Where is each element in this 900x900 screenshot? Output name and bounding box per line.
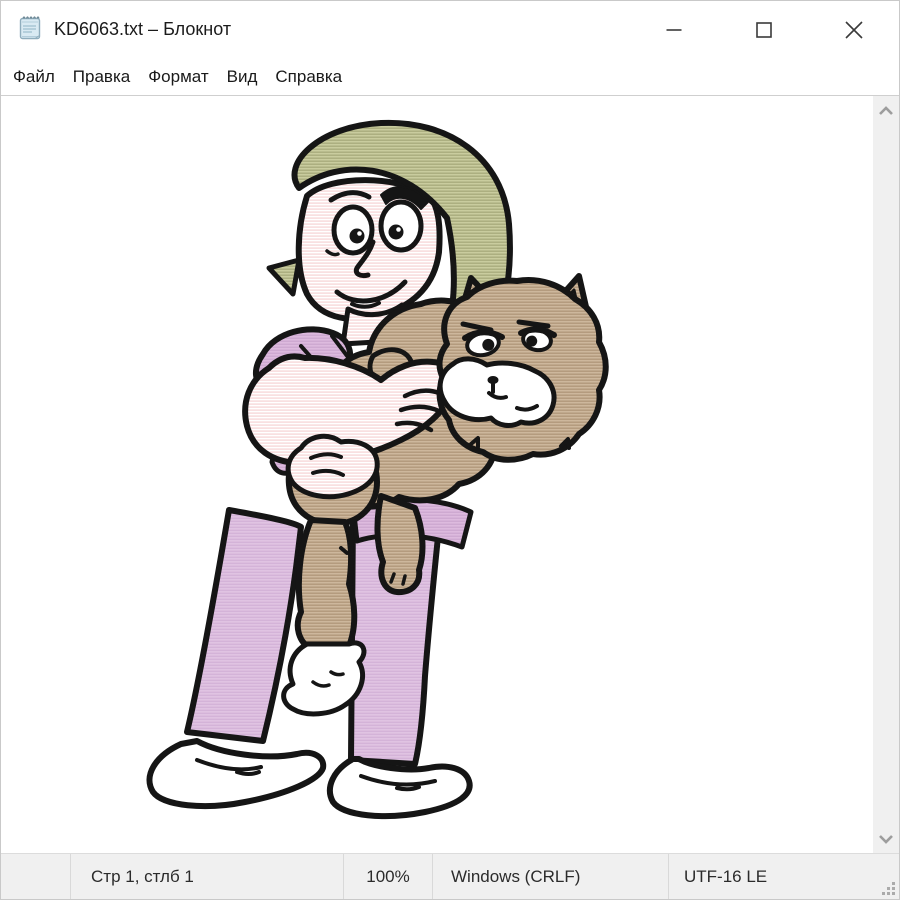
illustration [1,96,875,853]
title-bar[interactable]: KD6063.txt – Блокнот [1,1,899,58]
boy-pants-left-leg [187,510,301,741]
notepad-window: KD6063.txt – Блокнот Файл Правка Формат … [0,0,900,900]
minimize-icon [665,21,683,39]
close-icon [844,20,864,40]
vertical-scrollbar[interactable] [873,96,899,853]
scroll-down-button[interactable] [873,831,899,847]
menu-view[interactable]: Вид [218,59,267,95]
boy-hand [288,436,377,496]
chevron-up-icon [878,106,894,115]
maximize-icon [755,21,773,39]
status-line-endings: Windows (CRLF) [433,854,669,899]
cat-front-leg [377,496,422,592]
text-area[interactable] [1,96,899,853]
status-cursor-position: Стр 1, стлб 1 [71,854,344,899]
scroll-up-button[interactable] [873,102,899,118]
menu-help[interactable]: Справка [266,59,351,95]
window-title: KD6063.txt – Блокнот [54,19,231,40]
chevron-down-icon [878,835,894,844]
close-button[interactable] [809,1,899,58]
status-spacer [1,854,71,899]
boy-sideburn [269,260,299,294]
status-zoom-level: 100% [344,854,433,899]
menu-bar: Файл Правка Формат Вид Справка [1,58,899,96]
minimize-button[interactable] [629,1,719,58]
menu-file[interactable]: Файл [4,59,64,95]
boy-right-eye [381,202,421,250]
cat-hind-leg [298,520,355,648]
menu-format[interactable]: Формат [139,59,217,95]
menu-edit[interactable]: Правка [64,59,139,95]
maximize-button[interactable] [719,1,809,58]
resize-grip[interactable] [880,880,896,896]
notepad-app-icon [17,14,44,46]
status-bar: Стр 1, стлб 1 100% Windows (CRLF) UTF-16… [1,853,899,899]
status-encoding: UTF-16 LE [669,854,899,899]
cat-head-group [440,276,606,460]
